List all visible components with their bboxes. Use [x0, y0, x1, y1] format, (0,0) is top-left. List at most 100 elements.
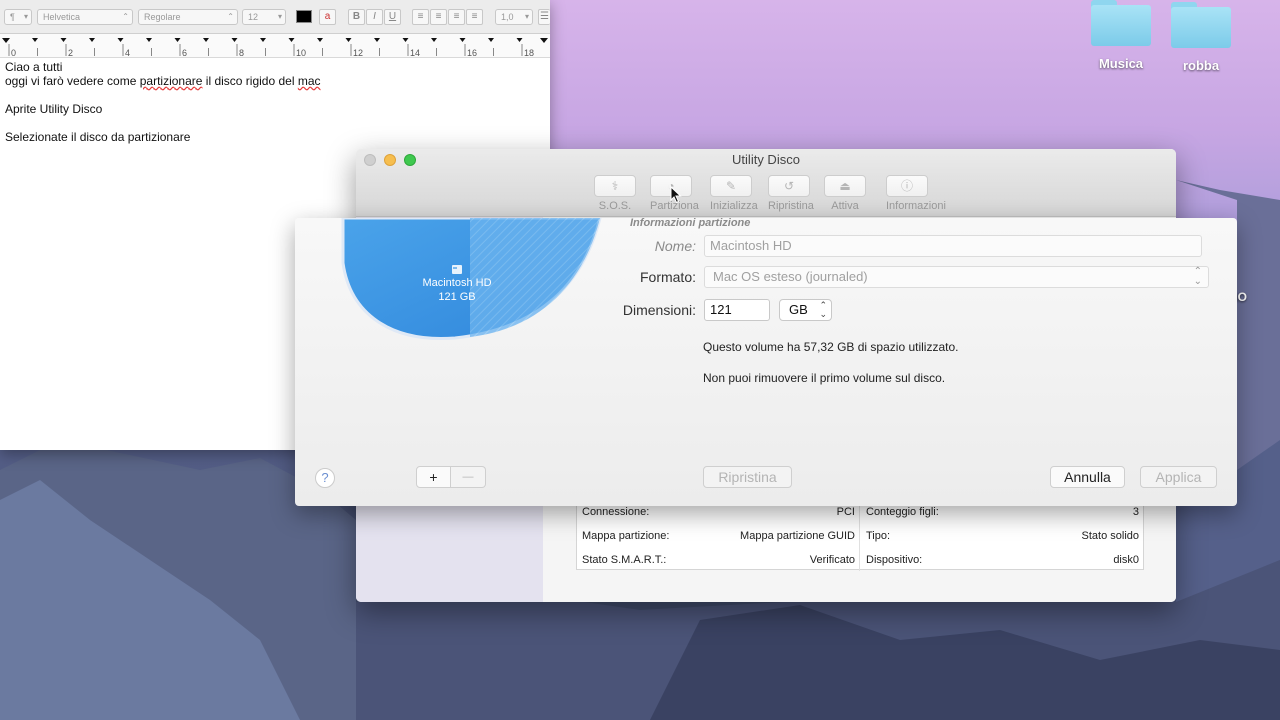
- ruler-number: 16: [467, 48, 477, 58]
- disk-info-table: Connessione: PCI Conteggio figli: 3 Mapp…: [576, 500, 1145, 573]
- used-space-message: Questo volume ha 57,32 GB di spazio util…: [703, 340, 959, 354]
- bold-button[interactable]: B: [348, 9, 365, 25]
- restore-icon: ↺: [768, 175, 810, 197]
- remove-volume-message: Non puoi rimuovere il primo volume sul d…: [703, 371, 946, 385]
- underline-button[interactable]: U: [384, 9, 401, 25]
- dimensioni-label: Dimensioni:: [622, 302, 696, 318]
- font-family-value: Helvetica: [43, 12, 81, 22]
- tab-stop-marker[interactable]: [431, 38, 437, 42]
- folder-label: robba: [1182, 58, 1220, 73]
- add-partition-button[interactable]: +: [416, 466, 451, 488]
- info-label: Mappa partizione:: [582, 530, 670, 542]
- toolbar-sos[interactable]: ⚕ S.O.S.: [594, 175, 636, 212]
- list-button[interactable]: ☰: [538, 9, 550, 25]
- table-row: Stato S.M.A.R.T.: Verificato Dispositivo…: [577, 549, 1145, 573]
- nome-label: Nome:: [654, 238, 696, 254]
- tab-stop-marker[interactable]: [231, 38, 238, 42]
- text-line: Aprite Utility Disco: [5, 102, 103, 116]
- window-title: Utility Disco: [732, 152, 800, 167]
- align-left-button[interactable]: ≡: [412, 9, 429, 25]
- highlight-color-button[interactable]: a: [319, 9, 336, 25]
- desktop-folder-musica[interactable]: Musica: [1076, 0, 1166, 71]
- left-margin-marker[interactable]: [2, 38, 10, 43]
- tab-stop-marker[interactable]: [203, 38, 209, 42]
- tab-stop-marker[interactable]: [374, 38, 380, 42]
- info-value: 3: [1132, 506, 1139, 518]
- formato-popup[interactable]: Mac OS esteso (journaled) ⌃ ⌄: [704, 266, 1209, 288]
- tab-stop-marker[interactable]: [260, 38, 266, 42]
- info-value: Mappa partizione GUID: [740, 530, 855, 542]
- tab-stop-marker[interactable]: [174, 38, 181, 42]
- annulla-button[interactable]: Annulla: [1050, 466, 1125, 488]
- line-spacing-popup[interactable]: 1,0 ▾: [495, 9, 533, 25]
- toolbar-label: Informazioni: [886, 200, 946, 212]
- tab-stop-marker[interactable]: [345, 38, 352, 42]
- tab-stop-marker[interactable]: [89, 38, 95, 42]
- tab-stop-marker[interactable]: [32, 38, 38, 42]
- remove-partition-button[interactable]: —: [451, 466, 486, 488]
- align-justify-button[interactable]: ≡: [466, 9, 483, 25]
- info-value: PCI: [836, 506, 855, 518]
- tab-stop-marker[interactable]: [146, 38, 152, 42]
- stethoscope-icon: ⚕: [594, 175, 636, 197]
- nome-field[interactable]: Macintosh HD: [704, 235, 1202, 257]
- tab-stop-marker[interactable]: [117, 38, 124, 42]
- dimensioni-field[interactable]: 121: [704, 299, 770, 321]
- right-margin-marker[interactable]: [540, 38, 548, 43]
- mouse-cursor-icon: [670, 186, 682, 204]
- text-line: Ciao a tutti: [5, 60, 63, 74]
- text-line: oggi vi farò vedere come partizionare il…: [5, 74, 321, 88]
- tab-stop-marker[interactable]: [459, 38, 466, 42]
- tab-stop-marker[interactable]: [516, 38, 523, 42]
- font-size-field[interactable]: 12 ▾: [242, 9, 286, 25]
- toolbar-label: Inizializza: [710, 200, 758, 212]
- ruler[interactable]: 0 2 4 6 8 10 12 14 16 18: [0, 34, 550, 58]
- font-style-popup[interactable]: Regolare ⌃: [138, 9, 238, 25]
- info-label: Dispositivo:: [866, 554, 923, 566]
- formato-label: Formato:: [639, 269, 696, 285]
- pie-volume-name: Macintosh HD: [422, 277, 492, 289]
- pie-volume-label: Macintosh HD 121 GB: [413, 276, 501, 304]
- text-color-well[interactable]: [296, 10, 312, 23]
- misspelled-word: partizionare: [139, 74, 203, 88]
- italic-button[interactable]: I: [366, 9, 383, 25]
- tab-stop-marker[interactable]: [288, 38, 295, 42]
- tab-stop-marker[interactable]: [402, 38, 409, 42]
- tab-stop-marker[interactable]: [60, 38, 67, 42]
- ruler-number: 10: [296, 48, 306, 58]
- toolbar-inizializza[interactable]: ✎ Inizializza: [710, 175, 758, 212]
- unit-popup[interactable]: GB ⌃ ⌄: [779, 299, 832, 321]
- paragraph-styles-popup[interactable]: ¶ ▾: [4, 9, 32, 25]
- desktop-folder-robba[interactable]: robba: [1156, 2, 1246, 73]
- align-center-button[interactable]: ≡: [430, 9, 447, 25]
- toolbar-attiva[interactable]: ⏏ Attiva: [824, 175, 866, 212]
- info-label: Tipo:: [866, 530, 891, 542]
- text-span: oggi vi farò vedere come: [5, 74, 140, 88]
- table-row: Mappa partizione: Mappa partizione GUID …: [577, 525, 1145, 549]
- info-value: Stato solido: [1081, 530, 1139, 542]
- folder-label: Musica: [1098, 56, 1144, 71]
- ripristina-button[interactable]: Ripristina: [703, 466, 792, 488]
- toolbar-label: Ripristina: [768, 200, 814, 212]
- ruler-number: 4: [125, 48, 130, 58]
- font-family-popup[interactable]: Helvetica ⌃: [37, 9, 133, 25]
- section-header: Informazioni partizione: [630, 218, 751, 229]
- ruler-number: 12: [353, 48, 363, 58]
- toolbar-label: Attiva: [831, 200, 859, 212]
- font-style-value: Regolare: [144, 12, 181, 22]
- line-spacing-value: 1,0: [501, 12, 514, 22]
- pie-volume-size: 121 GB: [438, 291, 476, 303]
- toolbar-ripristina[interactable]: ↺ Ripristina: [768, 175, 814, 212]
- text-line: Selezionate il disco da partizionare: [5, 130, 191, 144]
- tab-stop-marker[interactable]: [488, 38, 494, 42]
- ruler-number: 14: [410, 48, 420, 58]
- help-button[interactable]: ?: [315, 468, 335, 488]
- applica-button[interactable]: Applica: [1140, 466, 1217, 488]
- toolbar-informazioni[interactable]: ⓘ Informazioni: [886, 175, 946, 212]
- toolbar-label: S.O.S.: [598, 200, 632, 212]
- tab-stop-marker[interactable]: [317, 38, 323, 42]
- ruler-number: 18: [524, 48, 534, 58]
- align-right-button[interactable]: ≡: [448, 9, 465, 25]
- document-text[interactable]: Ciao a tutti oggi vi farò vedere come pa…: [5, 60, 321, 144]
